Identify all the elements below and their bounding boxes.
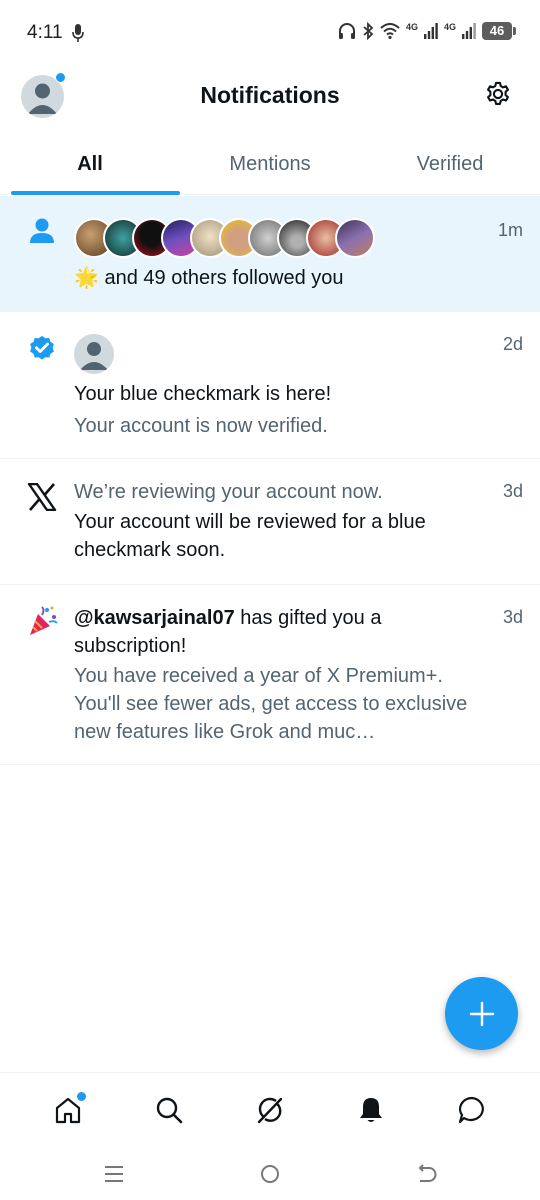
bell-icon [360, 1098, 383, 1122]
notification-review[interactable]: We’re reviewing your account now. Your a… [0, 459, 540, 585]
nav-grok[interactable] [250, 1090, 290, 1130]
party-popper-icon [30, 606, 58, 635]
notification-time: 3d [502, 481, 523, 501]
back-arrow-icon[interactable] [415, 1163, 437, 1185]
person-icon [30, 218, 54, 243]
status-bar: 4:11 4G 4G 46 [0, 0, 540, 68]
messages-icon [459, 1096, 485, 1124]
notification-tabs: All Mentions Verified [0, 135, 540, 195]
gift-body: You have received a year of X Premium+. … [74, 665, 468, 743]
notification-gift[interactable]: @kawsarjainal07 has gifted you a subscri… [0, 585, 540, 765]
page-title: Notifications [200, 82, 340, 108]
follower-avatar[interactable] [335, 218, 375, 258]
nav-notifications[interactable] [351, 1090, 391, 1130]
nav-messages[interactable] [452, 1090, 492, 1130]
system-navigation [0, 1147, 540, 1200]
status-icons: 4G 4G 46 [338, 21, 516, 40]
network-label-2: 4G [443, 21, 456, 32]
signal-icon [423, 23, 438, 39]
search-icon [156, 1097, 183, 1124]
status-time: 4:11 [27, 22, 63, 43]
account-avatar[interactable] [74, 334, 114, 374]
headphones-icon [338, 23, 355, 39]
gift-username[interactable]: @kawsarjainal07 [74, 607, 235, 629]
settings-gear-icon[interactable] [484, 80, 512, 108]
microphone-icon [72, 24, 84, 42]
bottom-navigation [0, 1072, 540, 1147]
default-avatar-icon [80, 342, 108, 370]
verified-title: Your blue checkmark is here! [74, 383, 332, 405]
notification-follow[interactable]: 🌟 and 49 others followed you 1m [0, 196, 540, 312]
follower-avatars [74, 218, 490, 258]
plus-icon [469, 1001, 494, 1026]
tab-verified[interactable]: Verified [360, 135, 540, 194]
star-emoji: 🌟 [74, 267, 99, 289]
notification-time: 3d [502, 607, 523, 627]
notification-verified[interactable]: Your blue checkmark is here! Your accoun… [0, 312, 540, 459]
nav-search[interactable] [149, 1090, 189, 1130]
follow-message: and 49 others followed you [104, 267, 344, 289]
nav-home[interactable] [48, 1090, 88, 1130]
home-unread-dot [75, 1091, 87, 1102]
recents-menu-icon[interactable] [103, 1164, 125, 1184]
home-circle-icon[interactable] [259, 1163, 281, 1185]
app-header: Notifications [0, 68, 540, 128]
grok-icon [257, 1097, 283, 1124]
compose-button[interactable] [445, 977, 518, 1050]
follow-text: 🌟 and 49 others followed you [74, 264, 490, 292]
review-body: Your account will be reviewed for a blue… [74, 511, 426, 561]
wifi-icon [380, 23, 400, 39]
verified-subtitle: Your account is now verified. [74, 415, 328, 437]
tab-mentions[interactable]: Mentions [180, 135, 360, 194]
bluetooth-icon [363, 22, 374, 40]
x-logo-icon [27, 483, 57, 511]
network-label-1: 4G [405, 21, 418, 32]
verified-badge-icon [30, 335, 54, 360]
notification-time: 2d [502, 334, 523, 354]
review-title: We’re reviewing your account now. [74, 481, 383, 503]
battery-icon: 46 [482, 22, 516, 40]
tab-all[interactable]: All [0, 135, 180, 195]
gift-title: @kawsarjainal07 has gifted you a subscri… [74, 604, 490, 660]
signal-icon [462, 23, 476, 39]
notification-time: 1m [497, 220, 523, 240]
